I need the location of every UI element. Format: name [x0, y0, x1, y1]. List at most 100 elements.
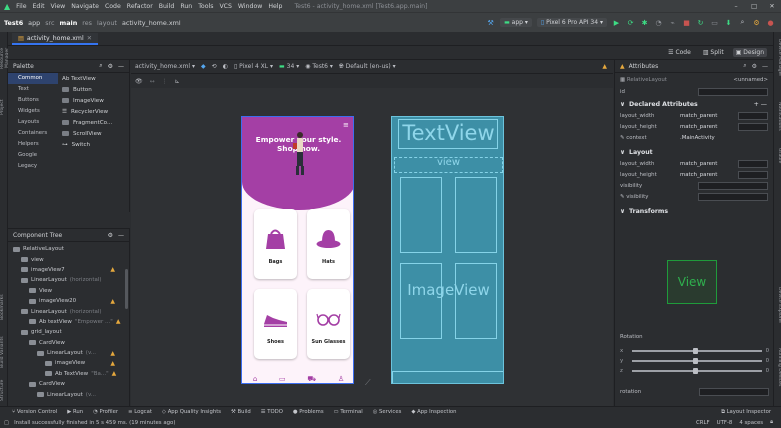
- search-icon[interactable]: ⌕: [743, 62, 746, 70]
- indent-setting[interactable]: 4 spaces: [739, 420, 763, 426]
- breadcrumb-main[interactable]: main: [60, 19, 78, 27]
- search-icon[interactable]: ⌕: [738, 18, 747, 27]
- palette-item[interactable]: FragmentCo...: [58, 117, 130, 128]
- attr-row[interactable]: visibility: [615, 180, 773, 191]
- tree-node[interactable]: CardView: [8, 379, 129, 389]
- attr-row[interactable]: layout_width match_parent: [615, 110, 773, 121]
- project-tab[interactable]: Project: [0, 92, 8, 122]
- attr-row[interactable]: layout_height match_parent: [615, 169, 773, 180]
- hammer-icon[interactable]: ⚒: [486, 18, 495, 27]
- attach-debugger-icon[interactable]: ⌁: [668, 18, 677, 27]
- gear-icon[interactable]: ⚙: [752, 63, 757, 70]
- run-icon[interactable]: ▶: [612, 18, 621, 27]
- tool-build[interactable]: ⚒ Build: [231, 409, 251, 415]
- tool-profiler[interactable]: ◔ Profiler: [93, 409, 118, 415]
- split-mode-button[interactable]: ▥ Split: [700, 48, 727, 57]
- search-icon[interactable]: ⌕: [99, 62, 102, 70]
- menu-icon[interactable]: ≡: [343, 121, 349, 129]
- encoding[interactable]: UTF-8: [717, 420, 733, 426]
- line-separator[interactable]: CRLF: [696, 420, 710, 426]
- tool-layout-inspector[interactable]: ⧉ Layout Inspector: [721, 409, 771, 416]
- breadcrumb-res[interactable]: res: [82, 19, 92, 27]
- menu-window[interactable]: Window: [238, 3, 262, 10]
- attr-row[interactable]: ✎ visibility: [615, 191, 773, 202]
- phone-preview[interactable]: ≡ Empower your style. Shop now. Bags Hat…: [241, 116, 354, 384]
- stop-icon[interactable]: ■: [682, 18, 691, 27]
- palette-item[interactable]: ☰ RecyclerView: [58, 106, 130, 117]
- night-mode-icon[interactable]: ◐: [223, 63, 228, 70]
- margin-icon[interactable]: ↔: [150, 78, 155, 85]
- hide-icon[interactable]: —: [118, 232, 124, 239]
- attr-row[interactable]: ✎ context .MainActivity: [615, 132, 773, 143]
- build-variants-tab[interactable]: Build Variants: [0, 332, 8, 372]
- palette-item[interactable]: ImageView: [58, 95, 130, 106]
- locale-select[interactable]: 🌐︎ Default (en-us) ▾: [339, 63, 396, 71]
- close-icon[interactable]: ✕: [763, 3, 781, 10]
- device-select[interactable]: ▯ Pixel 4 XL ▾: [234, 63, 273, 70]
- dropdown[interactable]: [738, 122, 768, 131]
- palette-item[interactable]: Button: [58, 84, 130, 95]
- maximize-icon[interactable]: □: [745, 3, 763, 10]
- breadcrumb-app[interactable]: app: [28, 19, 40, 27]
- tool-run[interactable]: ▶ Run: [67, 409, 83, 415]
- rotation-field[interactable]: [699, 387, 769, 396]
- lock-icon[interactable]: 🔒︎: [770, 419, 773, 426]
- tree-node[interactable]: LinearLayout (v...: [8, 389, 129, 399]
- tree-node[interactable]: View: [8, 286, 129, 296]
- palette-category[interactable]: Layouts: [8, 117, 58, 128]
- tool-todo[interactable]: ☰ TODO: [261, 409, 283, 415]
- menu-run[interactable]: Run: [180, 3, 192, 10]
- dropdown[interactable]: [738, 170, 768, 179]
- palette-category[interactable]: Text: [8, 84, 58, 95]
- menu-code[interactable]: Code: [105, 3, 121, 10]
- menu-view[interactable]: View: [51, 3, 66, 10]
- status-message[interactable]: Install successfully finished in 5 s 459…: [14, 420, 175, 426]
- tool-services[interactable]: ◎ Services: [373, 409, 402, 415]
- tree-node[interactable]: imageView20 ▲: [8, 296, 129, 306]
- visibility-dropdown[interactable]: [698, 181, 768, 190]
- warning-icon[interactable]: ▲: [110, 360, 115, 367]
- warning-icon[interactable]: ▲: [112, 370, 117, 377]
- file-tab[interactable]: ▤ activity_home.xml ✕: [12, 33, 98, 45]
- run-config-select[interactable]: ▬ app ▾: [500, 18, 532, 27]
- pan-icon[interactable]: ⋮: [162, 78, 168, 85]
- profile-icon[interactable]: ♙: [338, 375, 344, 383]
- card-sun-glasses[interactable]: Sun Glasses: [307, 289, 350, 359]
- palette-category[interactable]: Google: [8, 150, 58, 161]
- sdk-manager-icon[interactable]: ⬇: [724, 18, 733, 27]
- theme-select[interactable]: ◉ Test6 ▾: [305, 63, 333, 70]
- structure-tab[interactable]: Structure: [0, 376, 8, 404]
- account-icon[interactable]: ●: [766, 18, 775, 27]
- layout-file-select[interactable]: activity_home.xml ▾: [135, 63, 195, 70]
- resource-manager-tab[interactable]: Resource Manager: [0, 38, 10, 78]
- design-surface-icon[interactable]: ◆: [201, 63, 206, 70]
- close-tab-icon[interactable]: ✕: [87, 35, 92, 42]
- debug-icon[interactable]: ✱: [640, 18, 649, 27]
- menu-edit[interactable]: Edit: [33, 3, 45, 10]
- design-mode-button[interactable]: ▣ Design: [732, 48, 767, 57]
- declared-section[interactable]: ∨ Declared Attributes + —: [615, 98, 773, 110]
- tool-app-quality[interactable]: ◇ App Quality Insights: [162, 409, 221, 415]
- tree-node[interactable]: grid_layout: [8, 327, 129, 337]
- attr-row[interactable]: layout_height match_parent: [615, 121, 773, 132]
- tree-node[interactable]: imageView ▲: [8, 358, 129, 368]
- menu-file[interactable]: File: [16, 3, 26, 10]
- palette-item[interactable]: Ab TextView: [58, 73, 130, 84]
- device-select[interactable]: ▯ Pixel 6 Pro API 34 ▾: [536, 18, 607, 27]
- bookmarks-tab[interactable]: Bookmarks: [0, 287, 8, 327]
- warning-icon[interactable]: ▲: [116, 318, 121, 325]
- palette-category[interactable]: Containers: [8, 128, 58, 139]
- sync-icon[interactable]: ↻: [696, 18, 705, 27]
- palette-category[interactable]: Helpers: [8, 139, 58, 150]
- menu-build[interactable]: Build: [159, 3, 175, 10]
- palette-category[interactable]: Buttons: [8, 95, 58, 106]
- cart-icon[interactable]: ⛟: [307, 375, 316, 384]
- dropdown[interactable]: [738, 111, 768, 120]
- add-remove-icons[interactable]: + —: [754, 101, 767, 108]
- orders-icon[interactable]: ▭: [279, 375, 286, 383]
- blueprint-preview[interactable]: TextView view ImageView: [391, 116, 504, 384]
- guidelines-icon[interactable]: ⊾: [175, 78, 180, 85]
- palette-item[interactable]: ⊶ Switch: [58, 139, 130, 150]
- card-hats[interactable]: Hats: [307, 209, 350, 279]
- menu-vcs[interactable]: VCS: [219, 3, 231, 10]
